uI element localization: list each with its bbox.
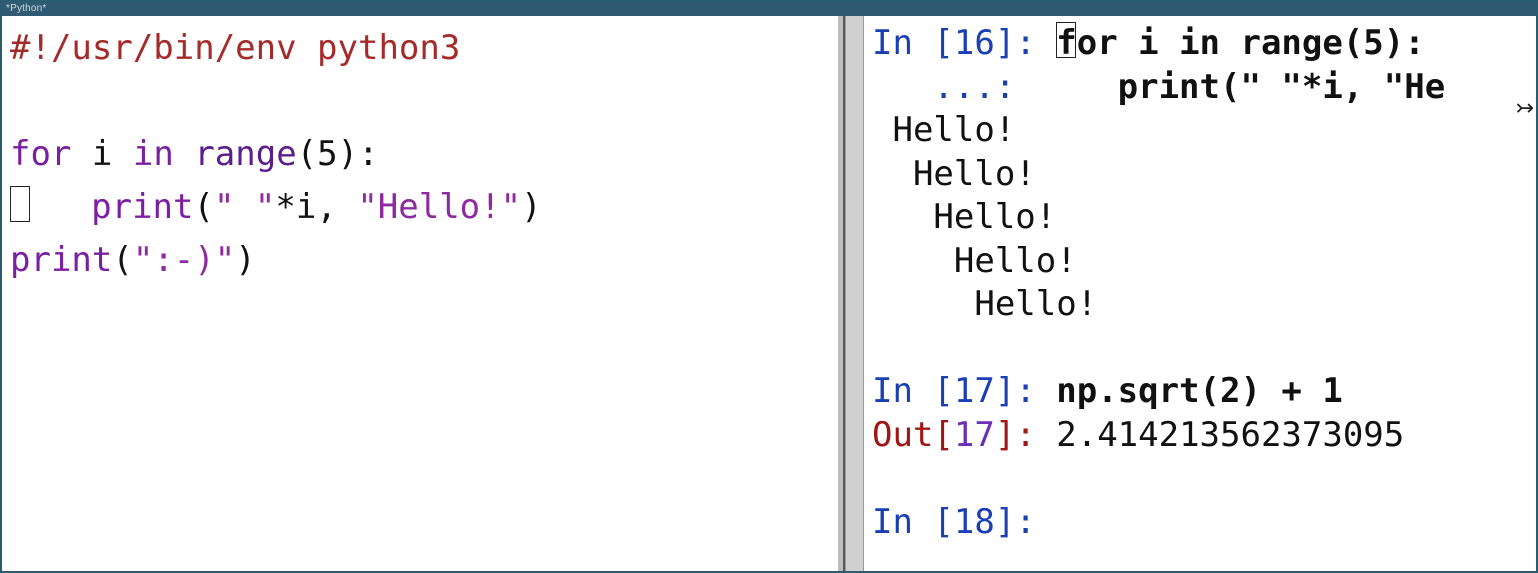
repl-output-4: Hello! <box>872 284 1097 324</box>
paren-open-3: ( <box>112 240 132 280</box>
in-16-code-1: for i in range(5): <box>1056 23 1424 63</box>
num-5: 5 <box>317 134 337 174</box>
str-hello: "Hello!" <box>357 187 521 227</box>
fn-range: range <box>194 134 296 174</box>
repl-output-2: Hello! <box>872 197 1056 237</box>
scrollbar-gutter[interactable] <box>845 16 864 571</box>
emacs-window: *Python* #!/usr/bin/env python3 for i in… <box>0 0 1538 573</box>
close-paren: ) <box>521 187 541 227</box>
editor-cursor <box>10 186 30 222</box>
line-overflow-icon: ↣ <box>1516 94 1534 122</box>
out-17-val: 2.414213562373095 <box>1056 415 1404 455</box>
kw-for: for <box>10 134 71 174</box>
out-17-label: Out[ <box>872 415 954 455</box>
in-18-num: 18 <box>954 502 995 542</box>
shebang-line: #!/usr/bin/env python3 <box>10 28 460 68</box>
kw-in: in <box>133 134 174 174</box>
in-16-cont: ...: <box>872 67 1036 107</box>
fn-print: print <box>91 187 193 227</box>
comma: , <box>316 187 357 227</box>
in-16-code-2: print(" "*i, "He <box>1036 67 1445 107</box>
window-titlebar: *Python* <box>2 2 1536 16</box>
in-17-close: ]: <box>995 371 1056 411</box>
star-op: * <box>275 187 295 227</box>
paren-open: ( <box>297 134 317 174</box>
editor-pane[interactable]: #!/usr/bin/env python3 for i in range(5)… <box>2 16 838 571</box>
repl-pane[interactable]: In [16]: for i in range(5): ...: print("… <box>864 16 1536 571</box>
vertical-divider[interactable] <box>838 16 864 571</box>
window-title: *Python* <box>6 3 47 14</box>
var-i-2: i <box>296 187 316 227</box>
var-i: i <box>92 134 112 174</box>
in-17-code: np.sqrt(2) + 1 <box>1056 371 1343 411</box>
split-container: #!/usr/bin/env python3 for i in range(5)… <box>2 16 1536 571</box>
str-smile: ":-)" <box>133 240 235 280</box>
repl-output-3: Hello! <box>872 241 1077 281</box>
in-16-label: In [ <box>872 23 954 63</box>
in-16-close: ]: <box>995 23 1056 63</box>
in-18-close: ]: <box>995 502 1056 542</box>
repl-cursor <box>1056 22 1076 58</box>
out-17-close: ]: <box>995 415 1056 455</box>
in-17-label: In [ <box>872 371 954 411</box>
paren-close-colon: ): <box>338 134 379 174</box>
str-space: " " <box>214 187 275 227</box>
in-18-label: In [ <box>872 502 954 542</box>
in-16-num: 16 <box>954 23 995 63</box>
out-17-num: 17 <box>954 415 995 455</box>
repl-output-1: Hello! <box>872 154 1036 194</box>
repl-output-0: Hello! <box>872 110 1015 150</box>
paren-open-2: ( <box>194 187 214 227</box>
fn-print-2: print <box>10 240 112 280</box>
in-17-num: 17 <box>954 371 995 411</box>
close-paren-2: ) <box>235 240 255 280</box>
